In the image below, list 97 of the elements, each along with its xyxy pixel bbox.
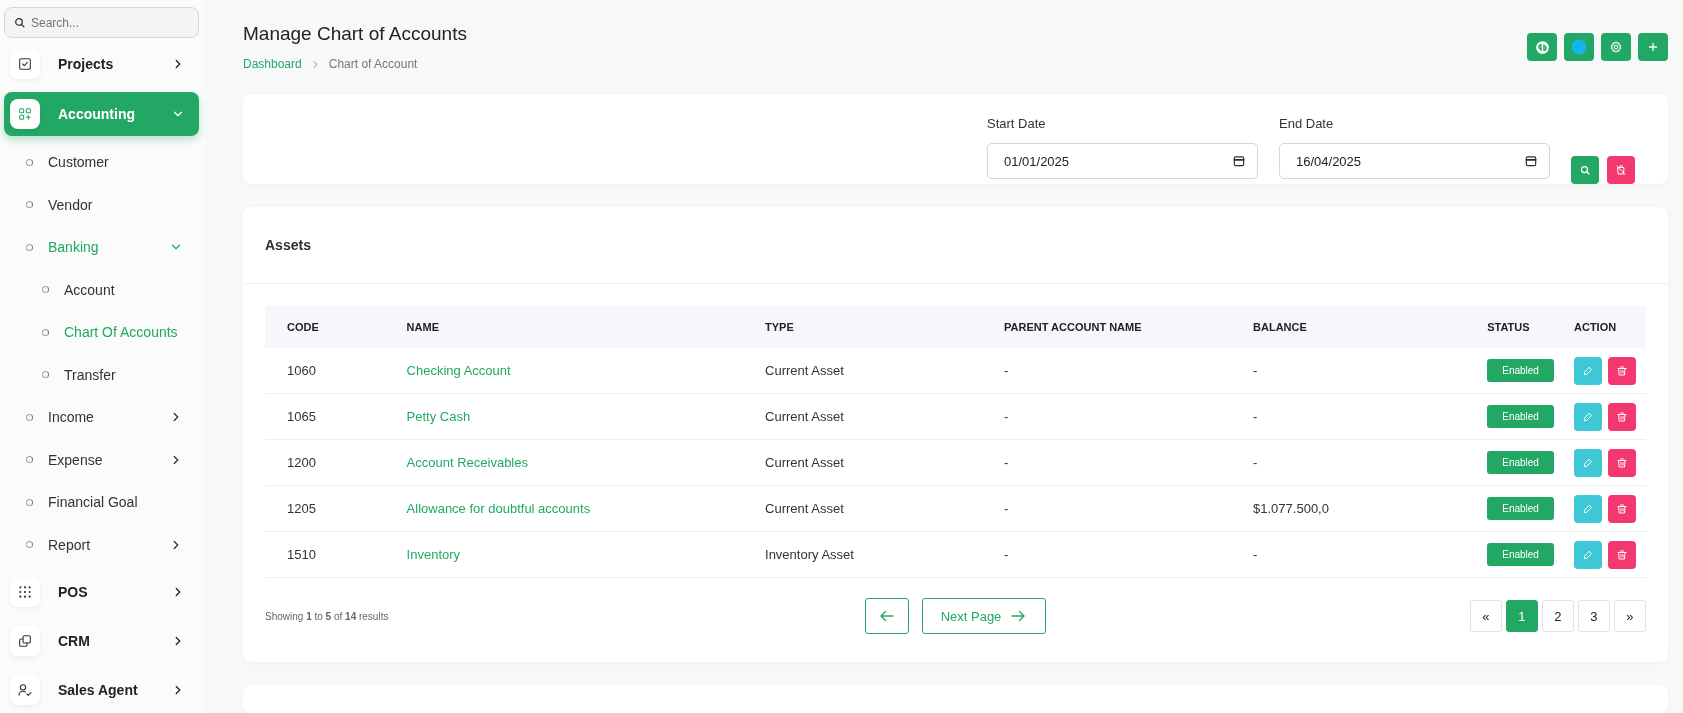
- search-icon: [13, 16, 26, 29]
- trash-icon: [1616, 410, 1628, 423]
- status-badge: Enabled: [1487, 497, 1554, 520]
- quickbooks-button[interactable]: [1527, 33, 1557, 61]
- column-header: CODE: [265, 306, 397, 348]
- sidebar-subitem[interactable]: Financial Goal: [4, 481, 199, 524]
- trash-slash-icon: [1615, 164, 1627, 176]
- column-header: PARENT ACCOUNT NAME: [994, 306, 1244, 348]
- sidebar-subitem[interactable]: Account: [4, 268, 199, 311]
- sidebar-item[interactable]: CRM: [4, 617, 199, 664]
- edit-button[interactable]: [1574, 494, 1602, 523]
- table-cell: Inventory Asset: [755, 531, 995, 578]
- pencil-icon: [1582, 364, 1594, 377]
- calendar-icon: [1232, 154, 1246, 168]
- table-cell: Current Asset: [755, 485, 995, 532]
- date-field[interactable]: 01/01/2025: [987, 143, 1258, 179]
- table-cell: -: [994, 531, 1244, 578]
- table-cell: -: [1243, 393, 1478, 440]
- clear-button[interactable]: [1607, 156, 1635, 184]
- sidebar-item[interactable]: Sales Agent: [4, 666, 199, 713]
- delete-button[interactable]: [1608, 448, 1636, 477]
- table-cell: Current Asset: [755, 439, 995, 486]
- edit-button[interactable]: [1574, 448, 1602, 477]
- table-cell: -: [1243, 531, 1478, 578]
- add-button[interactable]: [1638, 33, 1668, 61]
- results-summary: Showing 1 to 5 of 14 results: [265, 610, 390, 622]
- delete-button[interactable]: [1608, 540, 1636, 569]
- table-cell: 1060: [265, 348, 397, 394]
- copy-icon: [17, 632, 33, 649]
- table-cell: 1065: [265, 393, 397, 440]
- table-cell: 1510: [265, 531, 397, 578]
- checkbox-icon: [17, 55, 33, 72]
- delete-button[interactable]: [1608, 494, 1636, 523]
- edit-button[interactable]: [1574, 402, 1602, 431]
- breadcrumb-current: Chart of Account: [328, 57, 418, 71]
- user-check-icon: [17, 681, 33, 698]
- grid-plus-icon: [17, 106, 33, 122]
- delete-button[interactable]: [1608, 356, 1636, 385]
- settings-button[interactable]: [1601, 33, 1631, 61]
- table-cell: -: [994, 485, 1244, 532]
- page-button[interactable]: »: [1614, 600, 1646, 632]
- sidebar-subitem[interactable]: Customer: [4, 141, 199, 184]
- sidebar-subitem[interactable]: Transfer: [4, 353, 199, 396]
- logo-icon: [1533, 38, 1551, 56]
- section-title: Assets: [243, 207, 1668, 284]
- status-badge: Enabled: [1487, 451, 1554, 474]
- sidebar-subitem[interactable]: Vendor: [4, 183, 199, 226]
- status-badge: Enabled: [1487, 543, 1554, 566]
- table-cell: -: [1243, 348, 1478, 394]
- dots-grid-icon: [17, 583, 33, 600]
- column-header: NAME: [396, 306, 756, 348]
- sidebar-subitem[interactable]: Income: [4, 396, 199, 439]
- field-label: End Date: [1279, 116, 1335, 131]
- edit-button[interactable]: [1574, 356, 1602, 385]
- gear-icon: [1609, 40, 1623, 54]
- status-badge: Enabled: [1487, 405, 1554, 428]
- table-cell: -: [994, 393, 1244, 440]
- trash-icon: [1616, 364, 1628, 377]
- column-header: TYPE: [755, 306, 995, 348]
- field-label: Start Date: [987, 116, 1047, 131]
- column-header: ACTION: [1564, 306, 1646, 348]
- pencil-icon: [1582, 548, 1594, 561]
- page-button[interactable]: «: [1470, 600, 1502, 632]
- search-field[interactable]: Search...: [4, 7, 199, 38]
- column-header: BALANCE: [1243, 306, 1478, 348]
- table-cell: Current Asset: [755, 348, 995, 394]
- edit-button[interactable]: [1574, 540, 1602, 569]
- pencil-icon: [1582, 410, 1594, 423]
- sidebar-item[interactable]: Projects: [4, 40, 199, 87]
- table-cell: -: [994, 348, 1244, 394]
- sidebar-subitem[interactable]: Expense: [4, 438, 199, 481]
- previous-button[interactable]: [864, 598, 909, 634]
- table-cell: 1205: [265, 485, 397, 532]
- calendar-icon: [1524, 154, 1538, 168]
- table-cell: $1.077.500,0: [1243, 485, 1478, 532]
- table-cell: 1200: [265, 439, 397, 486]
- round-logo-icon: [1570, 38, 1588, 56]
- status-badge: Enabled: [1487, 359, 1554, 382]
- table-cell: Current Asset: [755, 393, 995, 440]
- pencil-icon: [1582, 456, 1594, 469]
- trash-icon: [1616, 548, 1628, 561]
- sidebar-subitem[interactable]: Report: [4, 523, 199, 566]
- plus-icon: [1646, 40, 1660, 54]
- trash-icon: [1616, 502, 1628, 515]
- page-button[interactable]: 3: [1578, 600, 1610, 632]
- search-button[interactable]: [1571, 156, 1599, 184]
- search-icon: [1579, 164, 1591, 176]
- table-cell: -: [994, 439, 1244, 486]
- page-button[interactable]: 2: [1542, 600, 1574, 632]
- pencil-icon: [1582, 502, 1594, 515]
- table-cell: -: [1243, 439, 1478, 486]
- column-header: STATUS: [1477, 306, 1564, 348]
- date-field[interactable]: 16/04/2025: [1279, 143, 1550, 179]
- sidebar-item[interactable]: POS: [4, 568, 199, 615]
- trash-icon: [1616, 456, 1628, 469]
- page-title: Manage Chart of Accounts: [243, 23, 467, 45]
- delete-button[interactable]: [1608, 402, 1636, 431]
